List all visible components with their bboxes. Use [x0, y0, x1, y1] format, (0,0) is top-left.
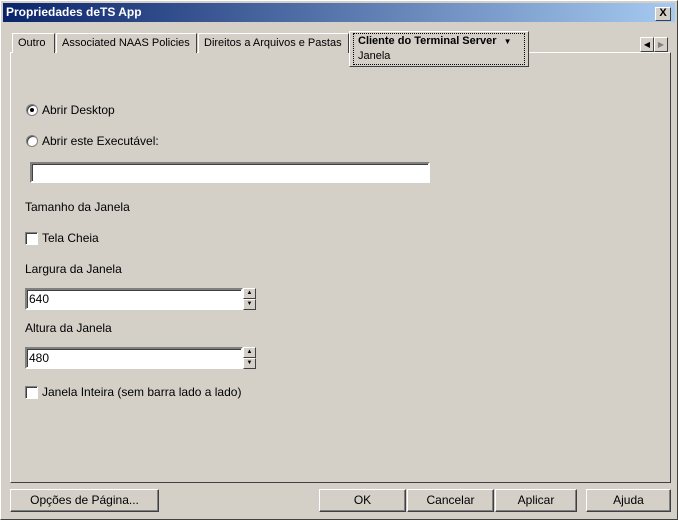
tab-cliente-terminal-server[interactable]: Cliente do Terminal Server ▼ Janela	[349, 31, 529, 67]
radio-open-desktop[interactable]	[26, 104, 38, 116]
fullscreen-checkbox[interactable]	[25, 232, 38, 245]
fullscreen-label: Tela Cheia	[42, 231, 99, 245]
properties-dialog: Propriedades deTS App X Outro Associated…	[0, 0, 678, 520]
scroll-left-icon[interactable]: ◀	[640, 37, 654, 52]
title-bar: Propriedades deTS App X	[3, 3, 675, 22]
radio-open-executable[interactable]	[26, 135, 38, 147]
tab-direitos[interactable]: Direitos a Arquivos e Pastas	[198, 33, 349, 53]
width-label: Largura da Janela	[25, 262, 122, 276]
full-window-label: Janela Inteira (sem barra lado a lado)	[42, 385, 242, 399]
tab-scroll: ◀ ▶	[640, 37, 669, 52]
window-title: Propriedades deTS App	[6, 5, 142, 19]
spin-down-icon[interactable]: ▼	[243, 299, 256, 310]
page-options-button[interactable]: Opções de Página...	[10, 489, 159, 512]
open-desktop-label: Abrir Desktop	[42, 103, 115, 117]
open-executable-label: Abrir este Executável:	[42, 134, 159, 148]
width-input[interactable]	[25, 288, 243, 310]
width-spinner[interactable]: ▲ ▼	[243, 288, 256, 310]
spin-down-icon[interactable]: ▼	[243, 358, 256, 369]
apply-button[interactable]: Aplicar	[495, 489, 577, 512]
height-label: Altura da Janela	[25, 321, 112, 335]
tab-outro[interactable]: Outro	[12, 33, 55, 53]
chevron-down-icon[interactable]: ▼	[504, 37, 512, 46]
cancel-button[interactable]: Cancelar	[407, 489, 494, 512]
scroll-right-icon[interactable]: ▶	[654, 37, 668, 52]
spin-up-icon[interactable]: ▲	[243, 347, 256, 358]
help-button[interactable]: Ajuda	[586, 489, 671, 512]
spin-up-icon[interactable]: ▲	[243, 288, 256, 299]
tab-label: Cliente do Terminal Server	[358, 35, 497, 47]
close-button[interactable]: X	[655, 7, 671, 21]
window-size-heading: Tamanho da Janela	[25, 200, 130, 214]
subtab-janela[interactable]: Janela	[358, 50, 390, 62]
full-window-checkbox[interactable]	[25, 386, 38, 399]
ok-button[interactable]: OK	[319, 489, 406, 512]
height-input[interactable]	[25, 347, 243, 369]
tab-associated-naas-policies[interactable]: Associated NAAS Policies	[56, 33, 197, 53]
height-spinner[interactable]: ▲ ▼	[243, 347, 256, 369]
executable-path-input[interactable]	[30, 162, 430, 183]
